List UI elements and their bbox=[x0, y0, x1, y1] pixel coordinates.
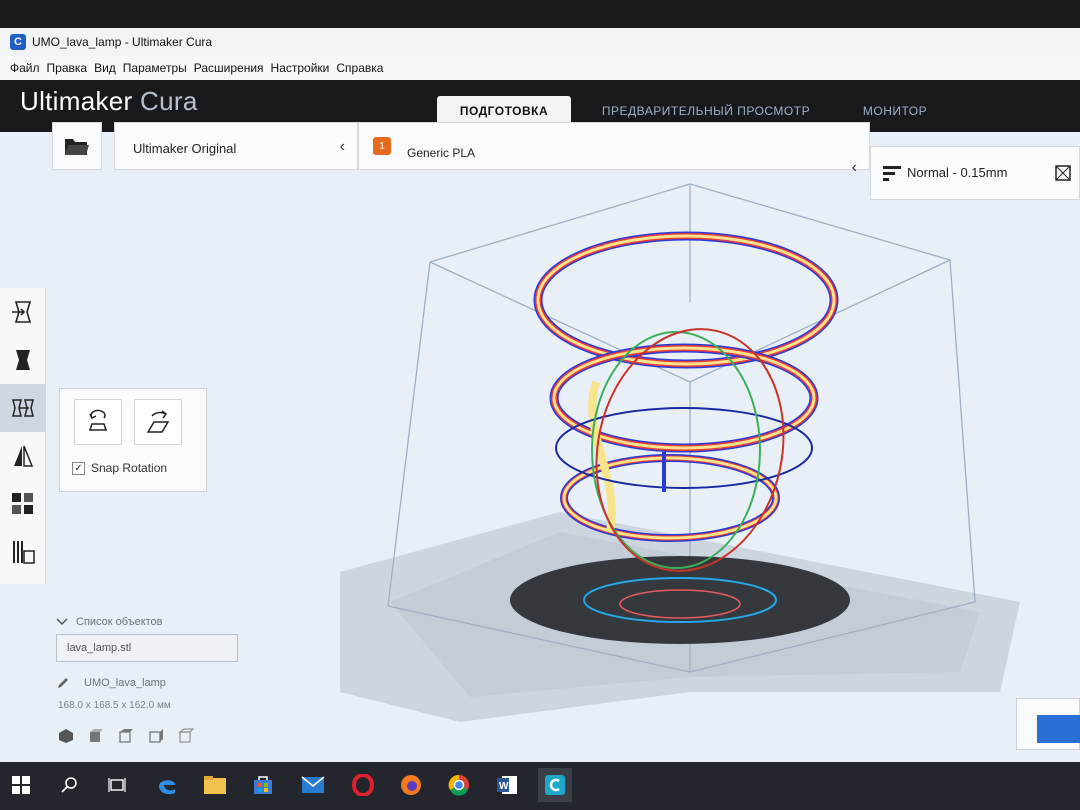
checkbox-checked-icon: ✓ bbox=[72, 461, 85, 475]
object-list-title: Список объектов bbox=[76, 616, 163, 628]
snap-rotation-label: Snap Rotation bbox=[91, 461, 168, 475]
support-blocker-tool[interactable] bbox=[0, 528, 46, 576]
taskbar-search[interactable] bbox=[52, 768, 86, 802]
svg-text:W: W bbox=[499, 781, 509, 792]
menu-view[interactable]: Вид bbox=[94, 61, 116, 75]
object-list-header[interactable]: Список объектов bbox=[56, 616, 163, 628]
job-name-row[interactable]: UMO_lava_lamp bbox=[56, 676, 166, 690]
menu-help[interactable]: Справка bbox=[336, 61, 383, 75]
edit-pencil-icon bbox=[58, 678, 68, 688]
print-profile-selector[interactable]: Normal - 0.15mm bbox=[870, 146, 1080, 200]
3d-view-icon[interactable] bbox=[58, 728, 74, 744]
folder-icon bbox=[65, 139, 89, 155]
chevron-left-icon: ‹ bbox=[339, 138, 345, 155]
edge-icon bbox=[159, 780, 175, 795]
menu-edit[interactable]: Правка bbox=[47, 61, 88, 75]
front-view-icon[interactable] bbox=[88, 728, 104, 744]
search-icon bbox=[61, 777, 77, 793]
mirror-icon bbox=[14, 445, 34, 467]
support-blocker-icon bbox=[13, 541, 35, 564]
task-view-icon bbox=[108, 778, 126, 792]
windows-start-icon bbox=[12, 776, 30, 794]
window-title: UMO_lava_lamp - Ultimaker Cura bbox=[32, 35, 213, 49]
taskbar-store[interactable] bbox=[246, 768, 280, 802]
top-view-icon[interactable] bbox=[118, 728, 134, 744]
taskbar-word[interactable]: W bbox=[490, 768, 524, 802]
settings-icon[interactable] bbox=[1055, 165, 1071, 181]
opera-icon bbox=[352, 774, 374, 796]
windows-taskbar: W bbox=[0, 762, 1080, 810]
move-tool[interactable] bbox=[0, 288, 46, 336]
rotate-icon bbox=[12, 399, 34, 417]
explorer-icon bbox=[204, 776, 226, 794]
mirror-tool[interactable] bbox=[0, 432, 46, 480]
taskbar-chrome[interactable] bbox=[442, 768, 476, 802]
model-coils bbox=[533, 231, 839, 542]
screen-bezel bbox=[0, 0, 1080, 28]
reset-rotation-icon bbox=[88, 409, 108, 431]
profile-bars-icon bbox=[883, 166, 901, 181]
per-model-settings-tool[interactable] bbox=[0, 480, 46, 528]
menu-file[interactable]: Файл bbox=[10, 61, 40, 75]
taskbar-task-view[interactable] bbox=[100, 768, 134, 802]
taskbar-firefox[interactable] bbox=[394, 768, 428, 802]
model-dimensions: 168.0 x 168.5 x 162.0 мм bbox=[58, 700, 171, 711]
start-button[interactable] bbox=[4, 768, 38, 802]
slice-button-fill bbox=[1037, 715, 1080, 743]
extruder-badge: 1 bbox=[373, 137, 391, 155]
tool-panel bbox=[0, 288, 46, 584]
menu-preferences[interactable]: Настройки bbox=[271, 61, 330, 75]
word-icon: W bbox=[497, 776, 517, 794]
lay-flat-icon bbox=[146, 410, 170, 433]
store-icon bbox=[254, 776, 272, 794]
taskbar-cura[interactable] bbox=[538, 768, 572, 802]
right-view-icon[interactable] bbox=[178, 728, 194, 744]
cura-icon bbox=[545, 775, 565, 795]
left-view-icon[interactable] bbox=[148, 728, 164, 744]
per-model-settings-icon bbox=[12, 493, 33, 514]
object-list: Список объектов lava_lamp.stl UMO_lava_l… bbox=[56, 612, 256, 752]
taskbar-edge[interactable] bbox=[150, 768, 184, 802]
menu-extensions[interactable]: Расширения bbox=[194, 61, 264, 75]
taskbar-explorer[interactable] bbox=[198, 768, 232, 802]
brand-primary: Ultimaker bbox=[20, 86, 133, 116]
open-file-button[interactable] bbox=[52, 122, 102, 170]
printer-selector[interactable]: Ultimaker Original ‹ bbox=[114, 122, 358, 170]
camera-view-buttons bbox=[58, 728, 194, 744]
model-shadow bbox=[510, 556, 850, 644]
taskbar-opera[interactable] bbox=[346, 768, 380, 802]
rotate-tool-panel: ✓ Snap Rotation bbox=[59, 388, 207, 492]
lay-flat-button[interactable] bbox=[134, 399, 182, 445]
brand-secondary: Cura bbox=[140, 86, 198, 116]
scale-icon bbox=[16, 350, 30, 370]
cura-app-icon: C bbox=[10, 34, 26, 50]
window-titlebar: C UMO_lava_lamp - Ultimaker Cura bbox=[0, 28, 1080, 56]
printer-name: Ultimaker Original bbox=[133, 141, 237, 156]
taskbar-mail[interactable] bbox=[296, 768, 330, 802]
menu-bar: Файл Правка Вид Параметры Расширения Нас… bbox=[0, 56, 1080, 80]
chevron-down-icon bbox=[56, 618, 68, 626]
scale-tool[interactable] bbox=[0, 336, 46, 384]
mail-icon bbox=[301, 776, 325, 793]
move-icon bbox=[12, 301, 32, 323]
chrome-icon bbox=[448, 774, 469, 796]
object-list-item[interactable]: lava_lamp.stl bbox=[56, 634, 238, 662]
job-name: UMO_lava_lamp bbox=[84, 677, 166, 689]
profile-name: Normal - 0.15mm bbox=[907, 165, 1008, 180]
chevron-left-icon: ‹ bbox=[851, 159, 857, 176]
menu-settings[interactable]: Параметры bbox=[123, 61, 187, 75]
rotate-tool[interactable] bbox=[0, 384, 46, 432]
material-selector[interactable]: 1 Generic PLA ‹ bbox=[358, 122, 870, 176]
reset-rotation-button[interactable] bbox=[74, 399, 122, 445]
firefox-icon bbox=[401, 775, 421, 795]
material-name: Generic PLA bbox=[407, 146, 476, 160]
brand-logo: Ultimaker Cura bbox=[20, 86, 198, 117]
slice-button[interactable] bbox=[1016, 698, 1080, 750]
snap-rotation-checkbox[interactable]: ✓ Snap Rotation bbox=[72, 461, 167, 475]
